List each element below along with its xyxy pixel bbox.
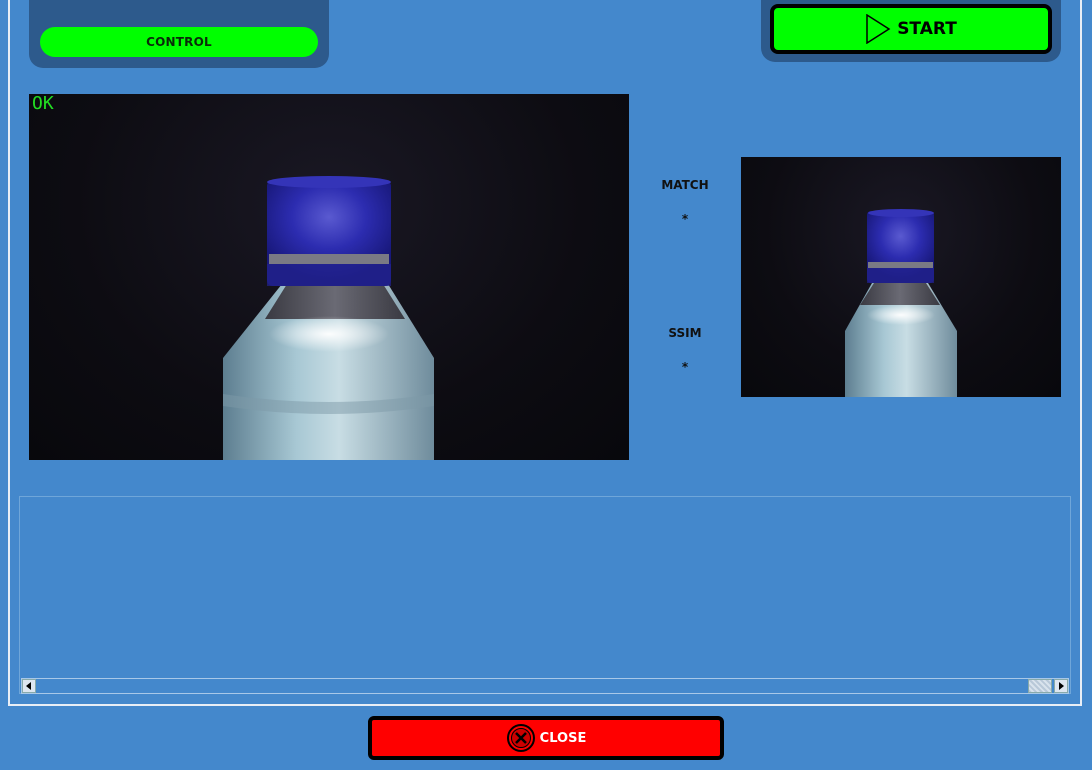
log-output-area[interactable] (19, 496, 1071, 694)
scroll-right-arrow-icon[interactable] (1054, 679, 1068, 693)
match-label: MATCH (661, 178, 709, 192)
control-button[interactable]: CONTROL (40, 27, 318, 57)
camera-main-view (29, 94, 629, 460)
bottle-image-main (223, 176, 434, 460)
close-button-label: CLOSE (539, 730, 587, 746)
horizontal-scrollbar[interactable] (21, 678, 1069, 694)
scrollbar-thumb[interactable] (1028, 679, 1052, 693)
match-value: * (681, 212, 689, 226)
ssim-label: SSIM (668, 326, 702, 340)
scroll-left-arrow-icon[interactable] (22, 679, 36, 693)
play-icon (866, 14, 891, 44)
reference-image-view (741, 157, 1061, 397)
close-button[interactable]: CLOSE (368, 716, 724, 760)
bottle-image-reference (845, 209, 957, 397)
ssim-value: * (681, 360, 689, 374)
start-button-label: START (897, 19, 957, 39)
start-button[interactable]: START (770, 4, 1052, 54)
close-circle-icon (506, 724, 535, 752)
inspection-status-text: OK (32, 93, 54, 114)
